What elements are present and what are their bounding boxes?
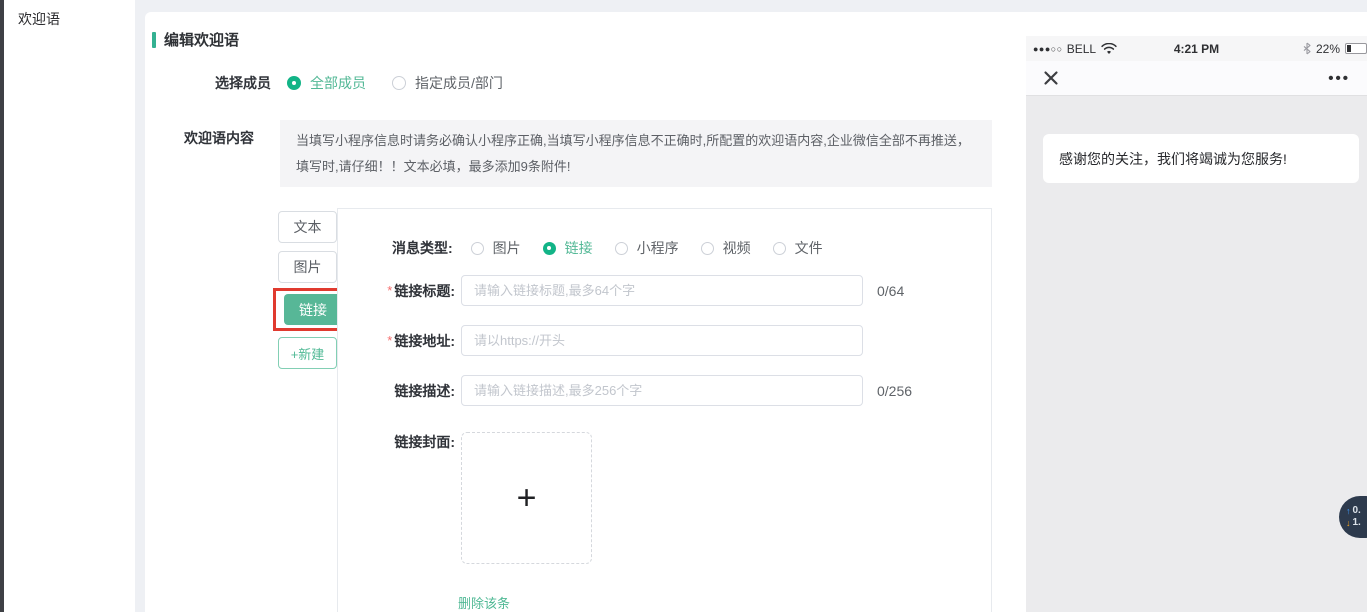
radio-selected-icon: [287, 76, 301, 90]
link-desc-label: 链接描述:: [394, 381, 455, 401]
radio-unselected-icon: [471, 242, 484, 255]
link-desc-input[interactable]: [461, 375, 863, 406]
battery-icon: [1345, 43, 1367, 54]
radio-type-file[interactable]: 文件: [773, 238, 823, 258]
radio-unselected-icon: [773, 242, 786, 255]
upload-speed: ↑ 0.: [1346, 505, 1367, 517]
plus-icon: +: [517, 481, 537, 515]
phone-nav-bar: •••: [1026, 61, 1367, 96]
tab-link[interactable]: 链接: [284, 294, 342, 325]
link-url-input[interactable]: [461, 325, 863, 356]
title-accent-bar: [152, 32, 156, 48]
radio-type-image[interactable]: 图片: [471, 238, 521, 258]
required-mark: *: [387, 333, 392, 348]
cover-upload-box[interactable]: +: [461, 432, 592, 564]
radio-unselected-icon: [615, 242, 628, 255]
more-options-icon[interactable]: •••: [1328, 70, 1350, 87]
panel-title-text: 编辑欢迎语: [164, 29, 239, 50]
message-type-label: 消息类型:: [392, 238, 453, 258]
required-mark: *: [387, 283, 392, 298]
radio-unselected-icon: [701, 242, 714, 255]
link-url-label: 链接地址:: [394, 331, 455, 351]
link-title-input[interactable]: [461, 275, 863, 306]
member-select-row: 选择成员 全部成员 指定成员/部门: [215, 74, 503, 92]
radio-type-miniprogram-label: 小程序: [637, 238, 679, 258]
upload-speed-value: 0.: [1353, 505, 1361, 517]
radio-all-members[interactable]: 全部成员: [287, 73, 366, 93]
tab-image[interactable]: 图片: [278, 251, 337, 283]
sidebar: 欢迎语: [4, 0, 135, 612]
link-url-row: * 链接地址:: [379, 325, 863, 356]
battery-percent-label: 22%: [1316, 42, 1340, 56]
link-title-row: * 链接标题: 0/64: [379, 275, 904, 306]
link-title-counter: 0/64: [877, 283, 904, 299]
radio-type-link-label: 链接: [565, 238, 593, 258]
radio-specified-members[interactable]: 指定成员/部门: [392, 73, 503, 93]
download-speed: ↓ 1.: [1346, 517, 1367, 529]
sidebar-item-welcome-message[interactable]: 欢迎语: [4, 0, 135, 29]
link-cover-label: 链接封面:: [394, 432, 455, 452]
upload-arrow-icon: ↑: [1346, 505, 1351, 517]
welcome-content-label: 欢迎语内容: [184, 128, 254, 148]
chat-bubble: 感谢您的关注，我们将竭诚为您服务!: [1043, 134, 1359, 183]
radio-unselected-icon: [392, 76, 406, 90]
member-select-label: 选择成员: [215, 73, 271, 93]
radio-all-members-label: 全部成员: [310, 73, 366, 93]
link-title-label: 链接标题:: [394, 281, 455, 301]
radio-type-link[interactable]: 链接: [543, 238, 593, 258]
link-desc-counter: 0/256: [877, 383, 912, 399]
delete-item-link[interactable]: 删除该条: [458, 593, 510, 612]
message-type-row: 消息类型: 图片 链接 小程序 视频 文件: [392, 239, 823, 257]
new-attachment-button[interactable]: +新建: [278, 337, 337, 369]
phone-status-bar: ●●●○○ BELL 4:21 PM 22%: [1026, 36, 1367, 61]
panel-title: 编辑欢迎语: [152, 29, 239, 50]
tab-text[interactable]: 文本: [278, 211, 337, 243]
radio-selected-icon: [543, 242, 556, 255]
phone-preview: ●●●○○ BELL 4:21 PM 22% •••: [1026, 36, 1367, 612]
radio-type-file-label: 文件: [795, 238, 823, 258]
radio-type-video[interactable]: 视频: [701, 238, 751, 258]
bluetooth-icon: [1303, 42, 1311, 55]
download-speed-value: 1.: [1353, 517, 1361, 529]
link-cover-row: 链接封面: +: [379, 432, 592, 564]
radio-type-miniprogram[interactable]: 小程序: [615, 238, 679, 258]
radio-specified-members-label: 指定成员/部门: [415, 73, 503, 93]
radio-type-image-label: 图片: [493, 238, 521, 258]
close-icon[interactable]: [1043, 70, 1059, 86]
radio-type-video-label: 视频: [723, 238, 751, 258]
notice-box: 当填写小程序信息时请务必确认小程序正确,当填写小程序信息不正确时,所配置的欢迎语…: [280, 120, 992, 187]
link-desc-row: 链接描述: 0/256: [379, 375, 912, 406]
download-arrow-icon: ↓: [1346, 517, 1351, 529]
